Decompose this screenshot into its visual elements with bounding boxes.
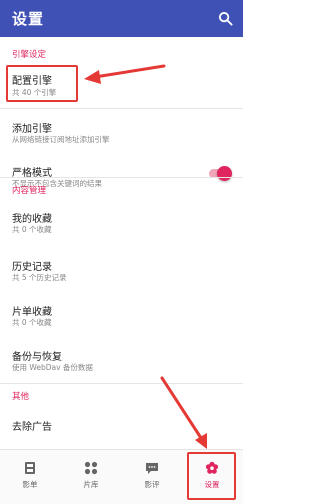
section-header-engine: 引擎设定 <box>12 50 47 60</box>
section-header-other: 其他 <box>12 392 30 402</box>
favorites-subtitle: 共 0 个收藏 <box>12 225 52 234</box>
app-bar: 设置 <box>0 0 243 37</box>
highlight-box-settings-tab <box>187 452 236 500</box>
favorites-item[interactable]: 我的收藏 共 0 个收藏 <box>0 202 243 244</box>
tab-library[interactable]: 片库 <box>61 450 121 504</box>
history-title: 历史记录 <box>12 262 52 273</box>
grid-icon <box>84 461 98 475</box>
tab-reviews[interactable]: 影评 <box>122 450 182 504</box>
tab-label: 影评 <box>144 480 160 489</box>
remove-ads-title: 去除广告 <box>12 422 52 433</box>
tab-film-list[interactable]: 影单 <box>0 450 60 504</box>
backup-title: 备份与恢复 <box>12 352 62 363</box>
remove-ads-item[interactable]: 去除广告 <box>0 410 243 444</box>
page-title: 设置 <box>12 10 45 28</box>
tab-label: 影单 <box>22 480 38 489</box>
add-engine-item[interactable]: 添加引擎 从网络链接订阅地址添加引擎 <box>0 112 243 154</box>
history-item[interactable]: 历史记录 共 5 个历史记录 <box>0 250 243 292</box>
search-icon[interactable] <box>218 11 233 26</box>
playlist-item[interactable]: 片单收藏 共 0 个收藏 <box>0 295 243 337</box>
section-header-content: 内容管理 <box>12 186 47 196</box>
playlist-subtitle: 共 0 个收藏 <box>12 318 52 327</box>
add-engine-title: 添加引擎 <box>12 124 52 135</box>
backup-item[interactable]: 备份与恢复 使用 WebDav 备份数据 <box>0 340 243 382</box>
divider <box>0 177 243 178</box>
toggle-knob <box>217 166 232 181</box>
tab-label: 片库 <box>83 480 99 489</box>
film-icon <box>25 462 35 474</box>
backup-subtitle: 使用 WebDav 备份数据 <box>12 363 93 372</box>
favorites-title: 我的收藏 <box>12 214 52 225</box>
divider <box>0 383 243 384</box>
playlist-title: 片单收藏 <box>12 307 52 318</box>
add-engine-subtitle: 从网络链接订阅地址添加引擎 <box>12 135 110 144</box>
history-subtitle: 共 5 个历史记录 <box>12 273 67 282</box>
comment-icon <box>146 463 158 474</box>
divider <box>0 108 243 109</box>
highlight-box-config-engine <box>6 65 78 102</box>
